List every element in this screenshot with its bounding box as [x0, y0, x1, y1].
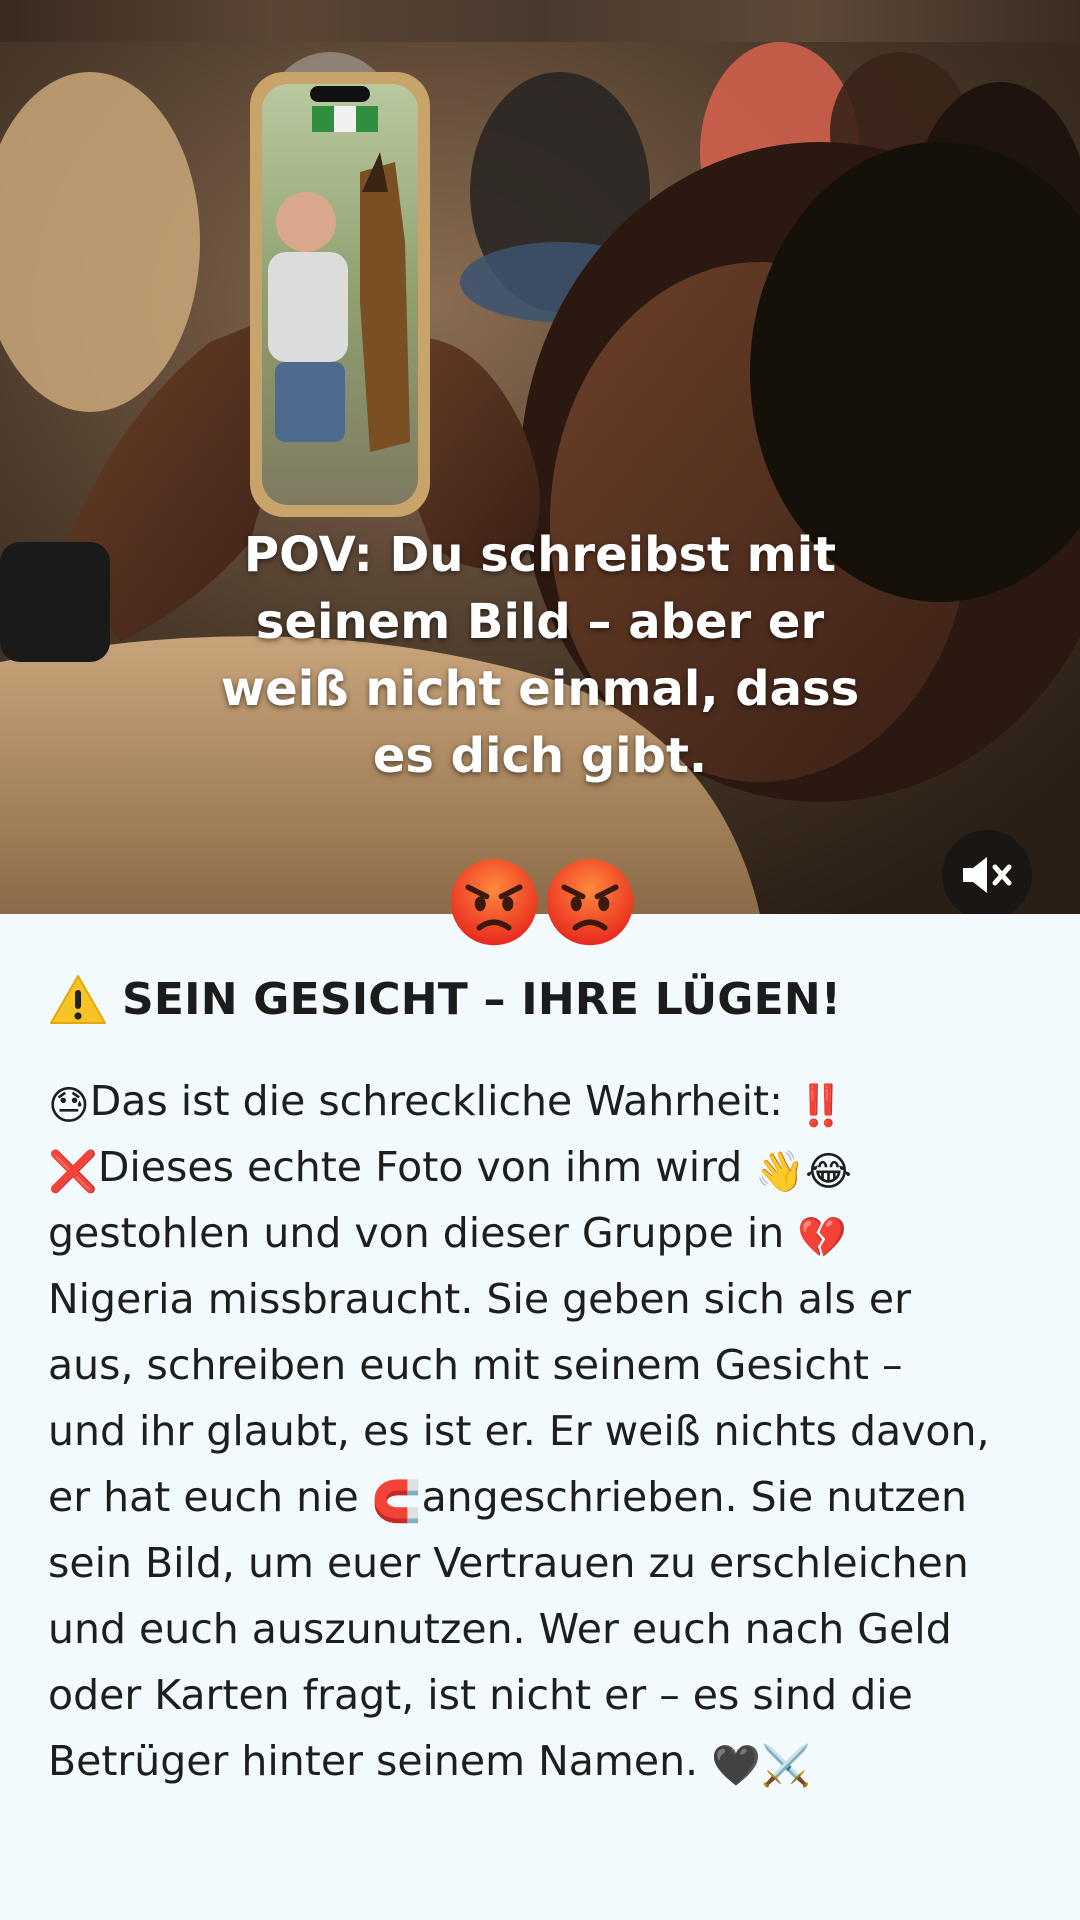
cross-mark-icon: ❌ [48, 1149, 98, 1195]
waving-hand-laughing-icon: 👋😂 [755, 1149, 852, 1195]
caption-line: POV: Du schreibst mit [243, 527, 837, 583]
body-line: und euch auszunutzen. Wer euch nach Geld [48, 1605, 952, 1653]
headline-text: SEIN GESICHT – IHRE LÜGEN! [122, 974, 842, 1025]
angry-face-icon [546, 858, 634, 946]
body-line: er hat euch nie 🧲angeschrieben. Sie nutz… [48, 1464, 1038, 1530]
angry-face-icon [450, 858, 538, 946]
body-line: aus, schreiben euch mit seinem Gesicht – [48, 1341, 903, 1389]
body-line: sein Bild, um euer Vertrauen zu erschlei… [48, 1539, 969, 1587]
video-caption: POV: Du schreibst mit seinem Bild – aber… [180, 522, 900, 790]
post-page: POV: Du schreibst mit seinem Bild – aber… [0, 0, 1080, 1920]
speaker-muted-icon [963, 857, 1012, 893]
double-exclamation-icon: ‼️ [795, 1083, 846, 1129]
caption-line: weiß nicht einmal, dass [220, 661, 860, 717]
reaction-emojis [448, 856, 636, 956]
video-player[interactable]: POV: Du schreibst mit seinem Bild – aber… [0, 42, 1080, 914]
body-line: oder Karten fragt, ist nicht er – es sin… [48, 1671, 913, 1719]
caption-line: seinem Bild – aber er [255, 594, 825, 650]
body-line: gestohlen und von dieser Gruppe in 💔 [48, 1200, 1038, 1266]
caption-line: es dich gibt. [372, 728, 708, 784]
body-line: 😓Das ist die schreckliche Wahrheit: ‼️ [48, 1068, 1038, 1134]
post-body: 😓Das ist die schreckliche Wahrheit: ‼️ ❌… [48, 1068, 1038, 1794]
broken-heart-icon: 💔 [797, 1215, 848, 1261]
sad-sweat-icon: 😓 [48, 1083, 90, 1129]
warning-icon [50, 975, 106, 1024]
magnet-icon: 🧲 [371, 1479, 422, 1525]
black-heart-swords-icon: 🖤⚔️ [711, 1743, 811, 1789]
body-line: Betrüger hinter seinem Namen. 🖤⚔️ [48, 1728, 1038, 1794]
body-line: ❌Dieses echte Foto von ihm wird 👋😂 [48, 1134, 1038, 1200]
body-line: Nigeria missbraucht. Sie geben sich als … [48, 1275, 911, 1323]
post-text: SEIN GESICHT – IHRE LÜGEN! 😓Das ist die … [48, 970, 1038, 1794]
mute-toggle-button[interactable] [942, 830, 1032, 914]
post-headline: SEIN GESICHT – IHRE LÜGEN! [48, 970, 1038, 1030]
previous-media-strip [0, 0, 1080, 42]
body-line: und ihr glaubt, es ist er. Er weiß nicht… [48, 1407, 990, 1455]
